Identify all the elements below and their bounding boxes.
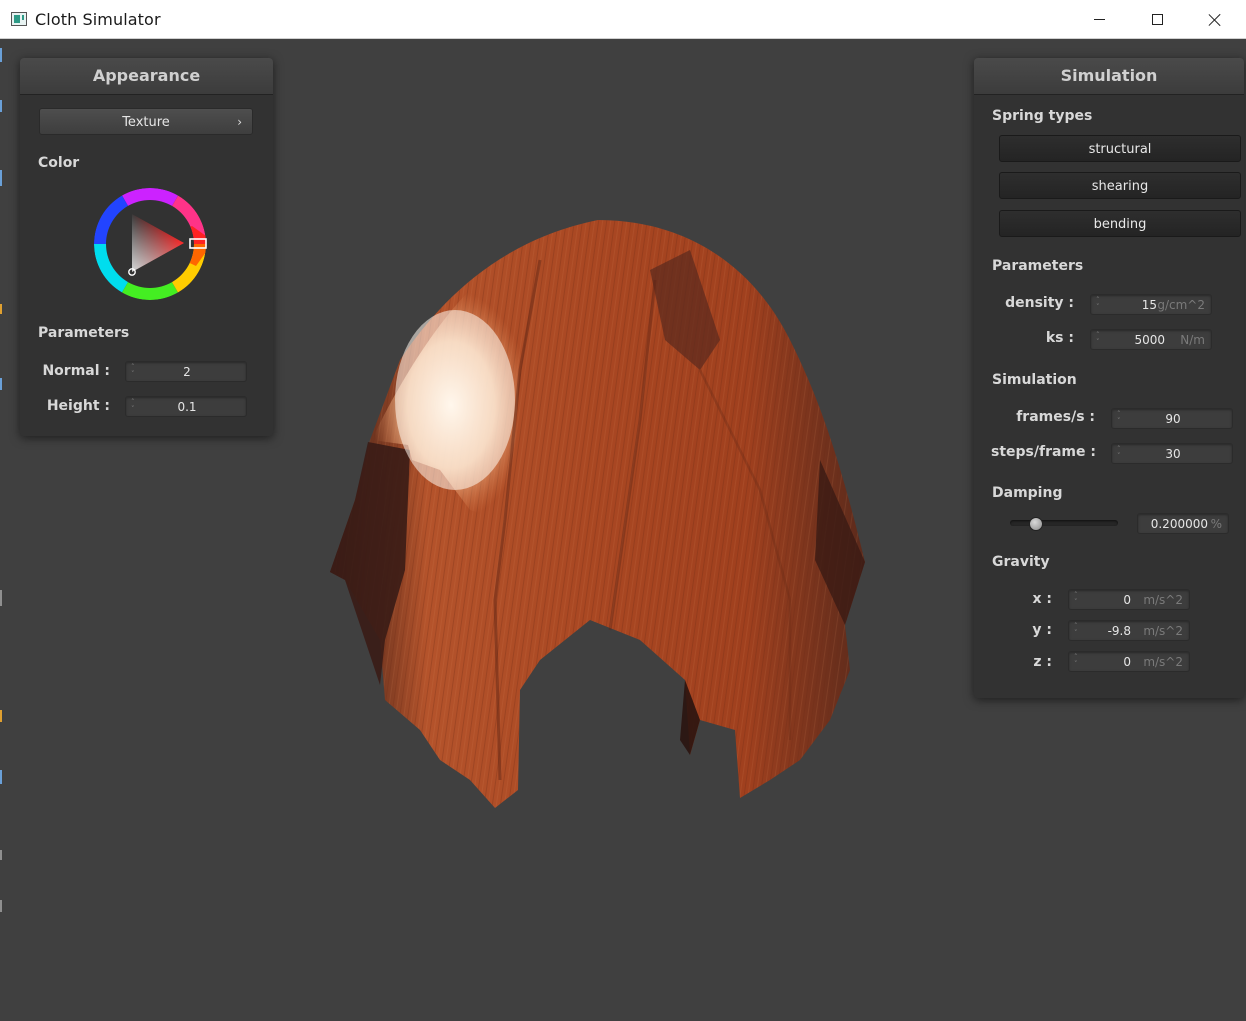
fps-value: 90 bbox=[1165, 412, 1181, 426]
gravity-x-value: 0 bbox=[1123, 593, 1131, 607]
gravity-y-field[interactable]: ˄ ˅ -9.8 m/s^2 bbox=[1068, 620, 1190, 641]
spinner-arrows-icon[interactable]: ˄ ˅ bbox=[1074, 592, 1082, 607]
structural-button[interactable]: structural bbox=[999, 135, 1241, 162]
damping-value: 0.200000 bbox=[1150, 517, 1208, 531]
gravity-y-value: -9.8 bbox=[1107, 624, 1131, 638]
shearing-button[interactable]: shearing bbox=[999, 172, 1241, 199]
normal-value: 2 bbox=[183, 365, 191, 379]
gravity-z-field[interactable]: ˄ ˅ 0 m/s^2 bbox=[1068, 651, 1190, 672]
minimize-icon bbox=[1093, 19, 1105, 20]
spinner-arrows-icon[interactable]: ˄ ˅ bbox=[1096, 332, 1104, 347]
color-wheel[interactable] bbox=[92, 186, 208, 302]
maximize-icon bbox=[1151, 14, 1163, 25]
density-value: 15 bbox=[1141, 298, 1157, 312]
normal-label: Normal : bbox=[42, 363, 110, 379]
window-title: Cloth Simulator bbox=[35, 10, 161, 29]
color-label: Color bbox=[38, 155, 80, 171]
density-label: density : bbox=[1005, 295, 1074, 311]
ks-value: 5000 bbox=[1134, 333, 1165, 347]
texture-button[interactable]: Texture › bbox=[39, 108, 253, 135]
gravity-z-label: z : bbox=[1033, 654, 1052, 670]
texture-button-label: Texture bbox=[122, 115, 170, 130]
gravity-z-unit: m/s^2 bbox=[1143, 655, 1183, 669]
maximize-button[interactable] bbox=[1128, 0, 1186, 39]
fps-label: frames/s : bbox=[1016, 409, 1095, 425]
density-unit: g/cm^2 bbox=[1157, 298, 1205, 312]
app-icon bbox=[11, 12, 27, 26]
height-value: 0.1 bbox=[177, 400, 197, 414]
simulation-header: Simulation bbox=[974, 58, 1244, 95]
appearance-header: Appearance bbox=[20, 58, 273, 95]
steps-value: 30 bbox=[1165, 447, 1181, 461]
simulation-parameters-label: Parameters bbox=[992, 258, 1084, 274]
gravity-x-field[interactable]: ˄ ˅ 0 m/s^2 bbox=[1068, 589, 1190, 610]
spinner-arrows-icon[interactable]: ˄ ˅ bbox=[1074, 623, 1082, 638]
simulation-panel: Simulation Spring types structural shear… bbox=[974, 58, 1244, 698]
gravity-label: Gravity bbox=[992, 554, 1050, 570]
gravity-y-unit: m/s^2 bbox=[1143, 624, 1183, 638]
bending-button[interactable]: bending bbox=[999, 210, 1241, 237]
gravity-z-value: 0 bbox=[1123, 655, 1131, 669]
appearance-panel: Appearance Texture › Color Parameters No… bbox=[20, 58, 273, 436]
gravity-x-unit: m/s^2 bbox=[1143, 593, 1183, 607]
steps-field[interactable]: ˄ ˅ 30 bbox=[1111, 443, 1233, 464]
damping-unit: % bbox=[1210, 517, 1222, 531]
close-button[interactable] bbox=[1186, 0, 1244, 39]
height-label: Height : bbox=[46, 398, 110, 414]
cloth-mesh bbox=[330, 220, 865, 808]
spinner-arrows-icon[interactable]: ˄ ˅ bbox=[1096, 297, 1104, 312]
spinner-arrows-icon[interactable]: ˄ ˅ bbox=[1074, 654, 1082, 669]
ks-unit: N/m bbox=[1180, 333, 1205, 347]
steps-label: steps/frame : bbox=[991, 444, 1096, 460]
close-icon bbox=[1208, 13, 1222, 27]
damping-slider-handle[interactable] bbox=[1029, 517, 1044, 531]
minimize-button[interactable] bbox=[1070, 0, 1128, 39]
simulation-section-label: Simulation bbox=[992, 372, 1077, 388]
damping-label: Damping bbox=[992, 485, 1063, 501]
gravity-x-label: x : bbox=[1032, 591, 1052, 607]
damping-slider[interactable] bbox=[1010, 520, 1118, 526]
spring-types-label: Spring types bbox=[992, 108, 1093, 124]
ks-label: ks : bbox=[1045, 330, 1074, 346]
ks-field[interactable]: ˄ ˅ 5000 N/m bbox=[1090, 329, 1212, 350]
gravity-y-label: y : bbox=[1032, 622, 1052, 638]
normal-field[interactable]: ˄ ˅ 2 bbox=[125, 361, 247, 382]
fps-field[interactable]: ˄ ˅ 90 bbox=[1111, 408, 1233, 429]
height-field[interactable]: ˄ ˅ 0.1 bbox=[125, 396, 247, 417]
title-bar: Cloth Simulator bbox=[0, 0, 1246, 39]
damping-field[interactable]: 0.200000 % bbox=[1137, 513, 1229, 534]
chevron-right-icon: › bbox=[237, 115, 242, 129]
appearance-parameters-label: Parameters bbox=[38, 325, 130, 341]
density-field[interactable]: ˄ ˅ 15 g/cm^2 bbox=[1090, 294, 1212, 315]
